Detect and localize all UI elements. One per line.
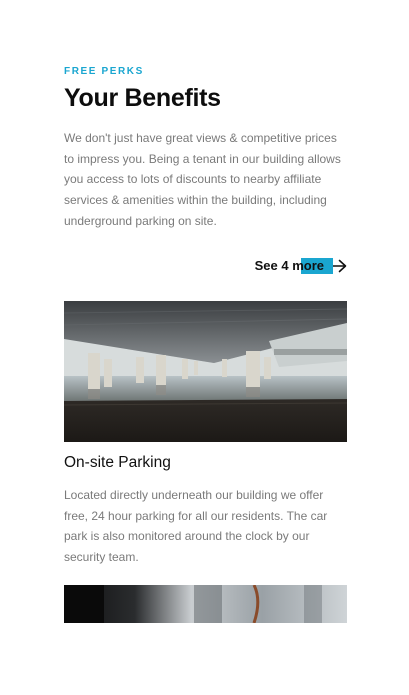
section-title: Your Benefits [64,84,221,112]
parking-photo [64,301,347,442]
benefit-photo [64,585,347,623]
see-more-label: See 4 more [254,258,324,273]
benefit-title: On-site Parking [64,454,171,471]
section-eyebrow: FREE PERKS [64,66,144,77]
see-more-link[interactable]: See 4 more [255,256,347,276]
benefit-description: Located directly underneath our building… [64,488,328,565]
section-intro: We don't just have great views & competi… [64,131,341,228]
